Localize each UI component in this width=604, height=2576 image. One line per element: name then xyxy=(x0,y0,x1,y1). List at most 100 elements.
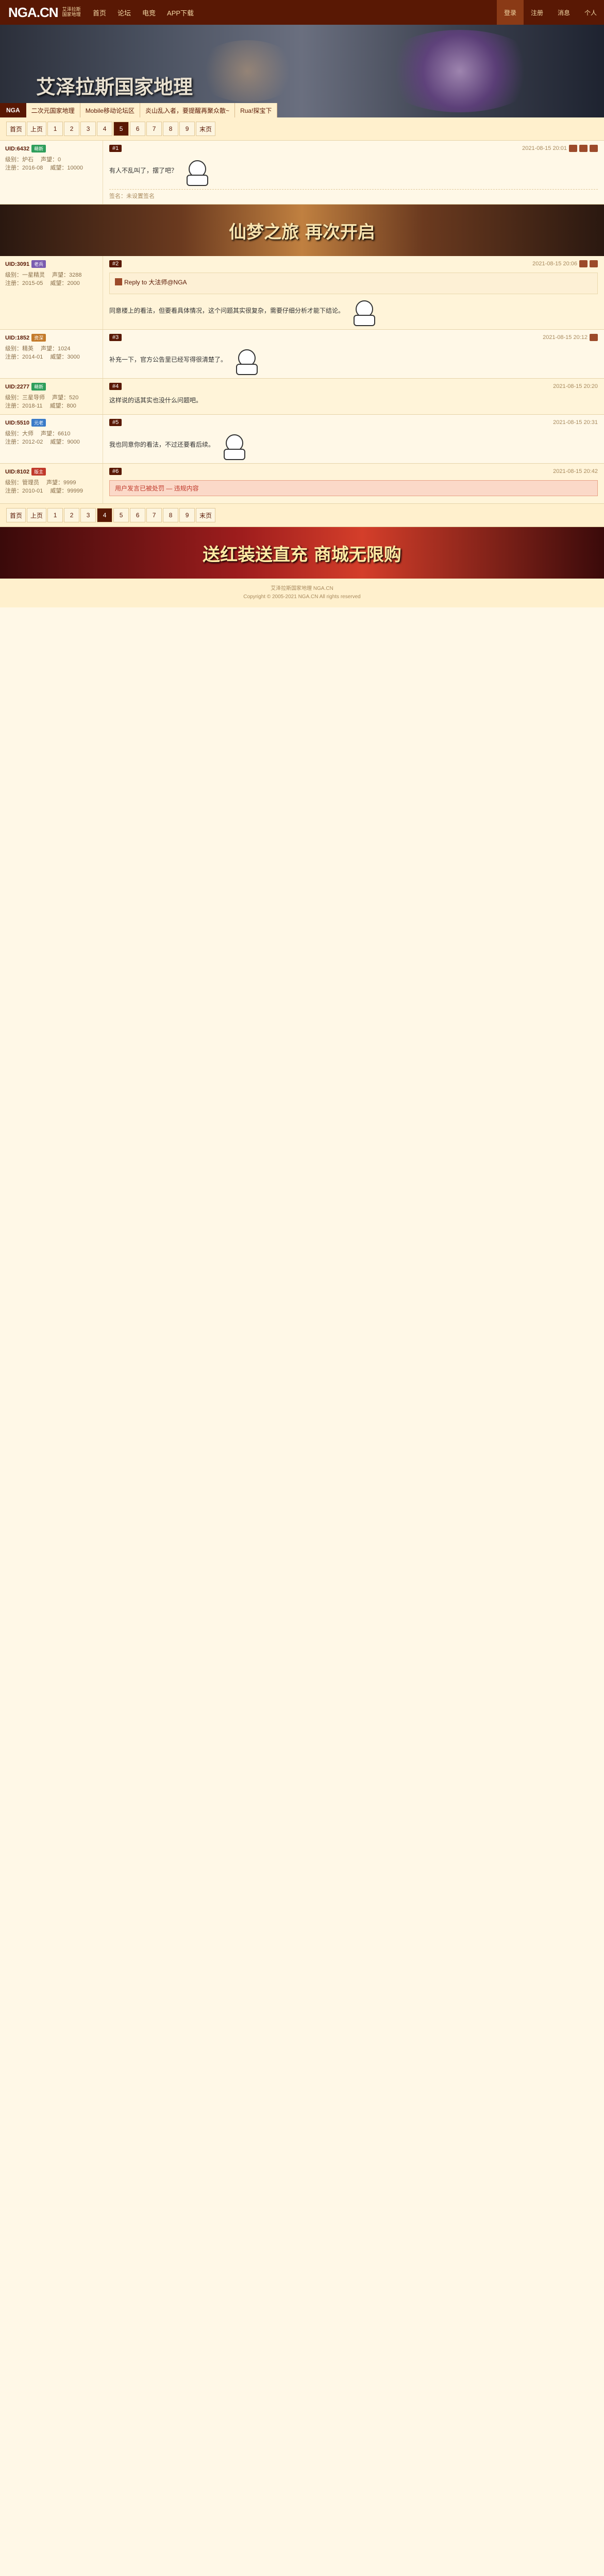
post: UID:1852 资深 级别：精英 声望：1024 注册：2014-01 威望：300… xyxy=(0,330,604,379)
nav-link-forum[interactable]: 论坛 xyxy=(118,8,131,18)
breadcrumb: NGA 二次元国家地理 Mobile移动论坛区 炎山乱入者，要提醒再聚众散~ R… xyxy=(0,103,278,117)
pager-page[interactable]: 2 xyxy=(64,122,80,136)
pager-page[interactable]: 4 xyxy=(97,122,113,136)
pager-prev[interactable]: 上页 xyxy=(27,122,47,136)
author-uid[interactable]: UID:2277 xyxy=(5,384,29,390)
post-time: 2021-08-15 20:06 xyxy=(532,261,577,267)
pager-first[interactable]: 首页 xyxy=(6,508,26,522)
pager-page-current[interactable]: 4 xyxy=(97,508,113,522)
reply-icon[interactable] xyxy=(569,145,577,152)
author-badge: 版主 xyxy=(31,468,46,476)
footer-line: Copyright © 2005-2021 NGA.CN All rights … xyxy=(243,594,361,600)
breadcrumb-item[interactable]: Mobile移动论坛区 xyxy=(80,103,141,117)
breadcrumb-item[interactable]: Rua!探宝下 xyxy=(235,103,278,117)
author-badge: 元老 xyxy=(31,419,46,427)
post: UID:2277 萌新 级别：三星导师 声望：520 注册：2018-11 威望：80… xyxy=(0,379,604,415)
breadcrumb-home[interactable]: NGA xyxy=(0,103,26,117)
nav-link-esports[interactable]: 电竞 xyxy=(142,8,156,18)
nav-user-area: 登录 注册 消息 个人 xyxy=(496,0,604,25)
author-stat: 注册：2016-08 xyxy=(5,165,43,171)
forum-banner: 艾泽拉斯国家地理 NGA 二次元国家地理 Mobile移动论坛区 炎山乱入者，要… xyxy=(0,25,604,117)
site-logo[interactable]: NGA.CN 艾泽拉斯国家地理 xyxy=(0,5,93,21)
pager-page[interactable]: 3 xyxy=(80,122,96,136)
post-author: UID:1852 资深 级别：精英 声望：1024 注册：2014-01 威望：300… xyxy=(0,330,103,378)
nav-link-app[interactable]: APP下载 xyxy=(167,8,194,18)
pager-page[interactable]: 2 xyxy=(64,508,80,522)
pager-page[interactable]: 8 xyxy=(163,122,179,136)
author-uid[interactable]: UID:3091 xyxy=(5,261,29,267)
post-author: UID:6432 萌新 级别：炉石 声望：0 注册：2016-08 威望：10000 xyxy=(0,141,103,204)
author-stat: 级别：炉石 xyxy=(5,157,33,163)
breadcrumb-item[interactable]: 二次元国家地理 xyxy=(26,103,80,117)
more-icon[interactable] xyxy=(590,145,598,152)
author-stat: 声望：9999 xyxy=(46,480,76,486)
post-time: 2021-08-15 20:01 xyxy=(522,145,567,151)
post-time: 2021-08-15 20:12 xyxy=(543,334,588,341)
pager-page[interactable]: 3 xyxy=(80,508,96,522)
author-uid[interactable]: UID:5510 xyxy=(5,420,29,426)
author-stat: 级别：管理员 xyxy=(5,480,39,486)
pager-page[interactable]: 7 xyxy=(146,508,162,522)
logo-mark: NGA.CN xyxy=(8,4,59,20)
author-stat: 注册：2015-05 xyxy=(5,280,43,286)
breadcrumb-item[interactable]: 炎山乱入者，要提醒再聚众散~ xyxy=(140,103,236,117)
reply-icon[interactable] xyxy=(579,260,588,267)
post-content: 这样说的话其实也没什么问题吧。 xyxy=(109,397,203,404)
pager-page[interactable]: 5 xyxy=(113,508,129,522)
floor-number: #4 xyxy=(109,383,122,390)
quote-header[interactable]: Reply to 大法师@NGA xyxy=(124,279,187,286)
nav-profile[interactable]: 个人 xyxy=(577,0,604,25)
post-content: 同意楼上的看法，但要看具体情况，这个问题其实很复杂，需要仔细分析才能下结论。 xyxy=(109,307,345,315)
post: UID:5510 元老 级别：大师 声望：6610 注册：2012-02 威望：900… xyxy=(0,415,604,464)
pager-page[interactable]: 7 xyxy=(146,122,162,136)
post-content: 有人不乱叫了，摆了吧？ xyxy=(109,167,178,175)
nav-messages[interactable]: 消息 xyxy=(550,0,577,25)
post-signature: 签名：未设置签名 xyxy=(109,189,598,200)
author-stat: 威望：800 xyxy=(49,403,76,409)
pager-first[interactable]: 首页 xyxy=(6,122,26,136)
bottom-ad-banner[interactable]: 送红装送直充 商城无限购 xyxy=(0,527,604,579)
author-stat: 声望：520 xyxy=(52,395,79,401)
quote-icon[interactable] xyxy=(579,145,588,152)
bottom-ad-text: 送红装送直充 商城无限购 xyxy=(203,544,401,565)
author-stat: 威望：3000 xyxy=(50,354,80,360)
floor-number: #2 xyxy=(109,260,122,267)
pager-page[interactable]: 9 xyxy=(179,122,195,136)
pager-last[interactable]: 末页 xyxy=(196,122,216,136)
sticker-icon xyxy=(347,297,379,326)
author-stat: 注册：2010-01 xyxy=(5,488,43,494)
ad-text: 仙梦之旅 再次开启 xyxy=(229,222,375,243)
quote-icon[interactable] xyxy=(590,260,598,267)
author-uid[interactable]: UID:1852 xyxy=(5,335,29,341)
pager-page[interactable]: 8 xyxy=(163,508,179,522)
author-uid[interactable]: UID:8102 xyxy=(5,469,29,475)
moderation-notice: 用户发言已被处罚 — 违规内容 xyxy=(109,480,598,496)
post-body: #2 2021-08-15 20:06 Reply to 大法师@NGA 同意楼上… xyxy=(103,256,604,329)
pager-page-current[interactable]: 5 xyxy=(113,122,129,136)
nav-link-home[interactable]: 首页 xyxy=(93,8,106,18)
post-author: UID:2277 萌新 级别：三星导师 声望：520 注册：2018-11 威望：80… xyxy=(0,379,103,414)
nav-links: 首页 论坛 电竞 APP下载 xyxy=(93,8,194,18)
author-stat: 级别：大师 xyxy=(5,431,33,437)
nav-register[interactable]: 注册 xyxy=(524,0,550,25)
page-footer: 艾泽拉斯国家地理 NGA.CN Copyright © 2005-2021 NG… xyxy=(0,579,604,607)
pager-page[interactable]: 6 xyxy=(130,122,146,136)
post: UID:8102 版主 级别：管理员 声望：9999 注册：2010-01 威望：99… xyxy=(0,464,604,504)
banner-art-glow xyxy=(196,40,299,102)
floor-number: #1 xyxy=(109,145,122,152)
reply-icon[interactable] xyxy=(590,334,598,341)
pagination-top: 首页 上页 1 2 3 4 5 6 7 8 9 末页 xyxy=(0,117,604,141)
pager-page[interactable]: 1 xyxy=(47,122,63,136)
pager-page[interactable]: 1 xyxy=(47,508,63,522)
pager-prev[interactable]: 上页 xyxy=(27,508,47,522)
post-time: 2021-08-15 20:42 xyxy=(553,468,598,474)
pager-page[interactable]: 6 xyxy=(130,508,146,522)
nav-login[interactable]: 登录 xyxy=(496,0,524,25)
pager-page[interactable]: 9 xyxy=(179,508,195,522)
post-quote: Reply to 大法师@NGA xyxy=(109,273,598,294)
pager-last[interactable]: 末页 xyxy=(196,508,216,522)
post-body: #6 2021-08-15 20:42 用户发言已被处罚 — 违规内容 xyxy=(103,464,604,503)
ad-banner[interactable]: 仙梦之旅 再次开启 xyxy=(0,205,604,256)
author-uid[interactable]: UID:6432 xyxy=(5,146,29,152)
sticker-icon xyxy=(180,157,212,186)
